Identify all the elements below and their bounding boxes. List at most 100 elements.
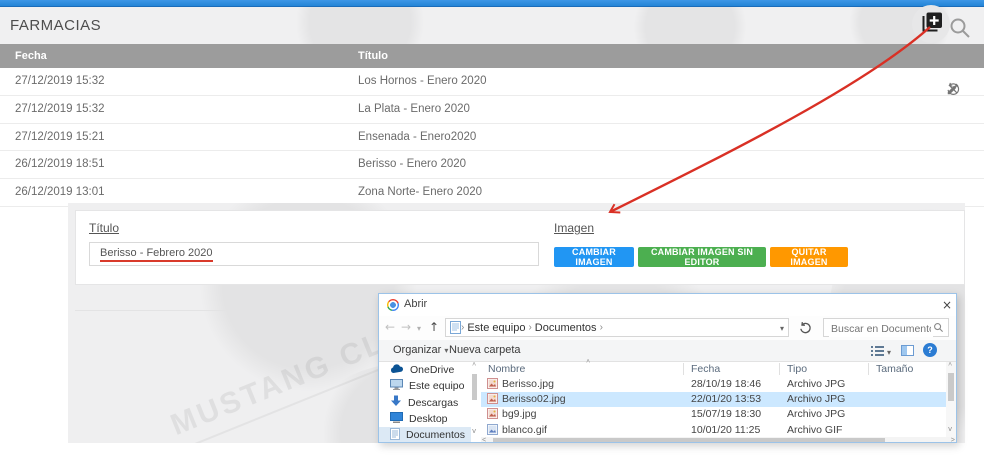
jpg-file-icon bbox=[487, 378, 498, 392]
cambiar-imagen-button[interactable]: CAMBIAR IMAGEN bbox=[554, 247, 634, 267]
chrome-logo-icon bbox=[387, 299, 399, 311]
file-list-hscrollbar[interactable]: < > bbox=[481, 437, 956, 443]
jpg-file-icon bbox=[487, 393, 498, 407]
nav-back-button[interactable]: ← bbox=[385, 320, 395, 334]
cambiar-imagen-sin-editor-button[interactable]: CAMBIAR IMAGEN SIN EDITOR bbox=[638, 247, 766, 267]
nueva-carpeta-button[interactable]: Nueva carpeta bbox=[449, 344, 521, 356]
table-row[interactable]: 27/12/2019 15:32 La Plata - Enero 2020 bbox=[0, 96, 984, 124]
organizar-caret: ▾ bbox=[444, 346, 448, 355]
breadcrumb-documentos[interactable]: Documentos bbox=[532, 322, 600, 334]
quitar-imagen-button[interactable]: QUITAR IMAGEN bbox=[770, 247, 848, 267]
address-bar[interactable]: › Este equipo › Documentos › ▾ bbox=[445, 318, 789, 337]
table-header: Fecha Título bbox=[0, 44, 984, 68]
row-titulo: Los Hornos - Enero 2020 bbox=[358, 75, 487, 87]
col-tipo[interactable]: Tipo bbox=[787, 363, 807, 375]
row-fecha: 27/12/2019 15:32 bbox=[15, 103, 105, 115]
watermark-blob bbox=[620, 7, 760, 44]
file-list: ^ Nombre Fecha Tipo Tamaño Berisso.jpg 2… bbox=[481, 362, 946, 438]
row-fecha: 26/12/2019 13:01 bbox=[15, 186, 105, 198]
dialog-search-box bbox=[823, 318, 949, 337]
file-row-selected[interactable]: Berisso02.jpg 22/01/20 13:53 Archivo JPG… bbox=[481, 392, 946, 407]
breadcrumb-separator: › bbox=[600, 322, 603, 333]
open-file-dialog: Abrir × ← → ▾ ↑ › Este equipo › Document… bbox=[378, 293, 957, 443]
table-row[interactable]: 26/12/2019 18:51 Berisso - Enero 2020 bbox=[0, 151, 984, 179]
computer-icon bbox=[390, 379, 403, 393]
watermark-blob bbox=[280, 7, 440, 44]
row-titulo: Ensenada - Enero2020 bbox=[358, 131, 476, 143]
dialog-close-button[interactable]: × bbox=[939, 297, 955, 313]
titulo-input[interactable]: Berisso - Febrero 2020 bbox=[89, 242, 539, 266]
sidebar-item-desktop[interactable]: Desktop bbox=[379, 411, 471, 427]
jpg-file-icon bbox=[487, 408, 498, 422]
col-nombre[interactable]: Nombre bbox=[488, 363, 525, 375]
nav-up-button[interactable]: ↑ bbox=[429, 320, 439, 334]
row-titulo: Berisso - Enero 2020 bbox=[358, 158, 466, 170]
scroll-down-icon[interactable]: v bbox=[948, 426, 952, 434]
delete-x-icon[interactable] bbox=[946, 82, 960, 96]
folder-icon bbox=[450, 321, 461, 334]
row-fecha: 26/12/2019 18:51 bbox=[15, 158, 105, 170]
row-fecha: 27/12/2019 15:21 bbox=[15, 131, 105, 143]
row-fecha: 27/12/2019 15:32 bbox=[15, 75, 105, 87]
top-accent-bar bbox=[0, 0, 984, 7]
search-icon[interactable] bbox=[948, 16, 972, 40]
sidebar-item-descargas[interactable]: Descargas bbox=[379, 395, 471, 411]
address-dropdown-caret[interactable]: ▾ bbox=[780, 324, 784, 333]
dialog-titlebar: Abrir × bbox=[379, 294, 956, 316]
nav-forward-button[interactable]: → bbox=[401, 320, 411, 334]
refresh-icon[interactable] bbox=[799, 321, 812, 337]
dialog-sidebar: OneDrive Este equipo Des bbox=[379, 362, 471, 443]
sidebar-scrollbar[interactable]: ^ v bbox=[471, 362, 479, 438]
view-mode-caret[interactable]: ▾ bbox=[887, 348, 891, 357]
dialog-command-bar: Organizar ▾ Nueva carpeta ▾ ? bbox=[379, 340, 956, 362]
cloud-icon bbox=[390, 364, 404, 377]
scrollbar-thumb[interactable] bbox=[493, 438, 885, 443]
document-icon bbox=[390, 428, 400, 443]
row-titulo: La Plata - Enero 2020 bbox=[358, 103, 470, 115]
search-magnifier-icon[interactable] bbox=[933, 322, 944, 336]
col-fecha[interactable]: Fecha bbox=[691, 363, 720, 375]
nav-history-caret[interactable]: ▾ bbox=[417, 324, 421, 333]
organizar-button[interactable]: Organizar ▾ bbox=[393, 344, 448, 356]
file-row[interactable]: bg9.jpg 15/07/19 18:30 Archivo JPG 87 KB bbox=[481, 407, 946, 422]
library-add-icon bbox=[919, 10, 943, 39]
col-tamano[interactable]: Tamaño bbox=[876, 363, 913, 375]
view-mode-icon[interactable] bbox=[871, 345, 885, 360]
scrollbar-thumb[interactable] bbox=[472, 374, 477, 400]
scrollbar-thumb[interactable] bbox=[948, 373, 954, 401]
file-list-vscrollbar[interactable]: ^ v bbox=[946, 362, 956, 438]
imagen-field-label: Imagen bbox=[554, 221, 594, 235]
gif-file-icon bbox=[487, 424, 498, 438]
download-arrow-icon bbox=[390, 395, 402, 410]
titulo-field-label: Título bbox=[89, 221, 119, 235]
scroll-down-icon[interactable]: v bbox=[472, 428, 476, 436]
titulo-input-value: Berisso - Febrero 2020 bbox=[100, 247, 213, 262]
page-title: FARMACIAS bbox=[10, 17, 101, 34]
dialog-search-input[interactable] bbox=[829, 320, 933, 337]
col-header-titulo: Título bbox=[358, 50, 388, 62]
desktop-icon bbox=[390, 412, 403, 426]
file-row[interactable]: Berisso.jpg 28/10/19 18:46 Archivo JPG 5… bbox=[481, 377, 946, 392]
sidebar-item-este-equipo[interactable]: Este equipo bbox=[379, 378, 471, 394]
sidebar-item-onedrive[interactable]: OneDrive bbox=[379, 362, 471, 378]
app-header: FARMACIAS bbox=[0, 7, 984, 44]
help-icon[interactable]: ? bbox=[923, 343, 937, 357]
table-row[interactable]: 27/12/2019 15:32 Los Hornos - Enero 2020 bbox=[0, 68, 984, 96]
sidebar-item-documentos[interactable]: Documentos bbox=[379, 427, 471, 443]
screenshot-canvas: FARMACIAS Fecha Título 27/12/2019 15:32 … bbox=[0, 0, 984, 470]
file-list-header: ^ Nombre Fecha Tipo Tamaño bbox=[481, 362, 946, 377]
file-row[interactable]: blanco.gif 10/01/20 11:25 Archivo GIF 17… bbox=[481, 423, 946, 438]
record-form-panel: Título Berisso - Febrero 2020 Imagen CAM… bbox=[75, 210, 965, 285]
scroll-up-icon[interactable]: ^ bbox=[472, 362, 476, 370]
scroll-right-icon[interactable]: > bbox=[951, 437, 955, 443]
breadcrumb-este-equipo[interactable]: Este equipo bbox=[464, 322, 528, 334]
preview-pane-icon[interactable] bbox=[901, 345, 914, 356]
dialog-title: Abrir bbox=[404, 298, 427, 310]
scroll-up-icon[interactable]: ^ bbox=[948, 362, 952, 370]
records-table: 27/12/2019 15:32 Los Hornos - Enero 2020 bbox=[0, 68, 984, 207]
sort-ascending-icon: ^ bbox=[586, 359, 590, 367]
row-titulo: Zona Norte- Enero 2020 bbox=[358, 186, 482, 198]
table-row[interactable]: 27/12/2019 15:21 Ensenada - Enero2020 bbox=[0, 124, 984, 152]
scroll-left-icon[interactable]: < bbox=[482, 437, 486, 443]
add-record-button[interactable] bbox=[912, 5, 950, 43]
